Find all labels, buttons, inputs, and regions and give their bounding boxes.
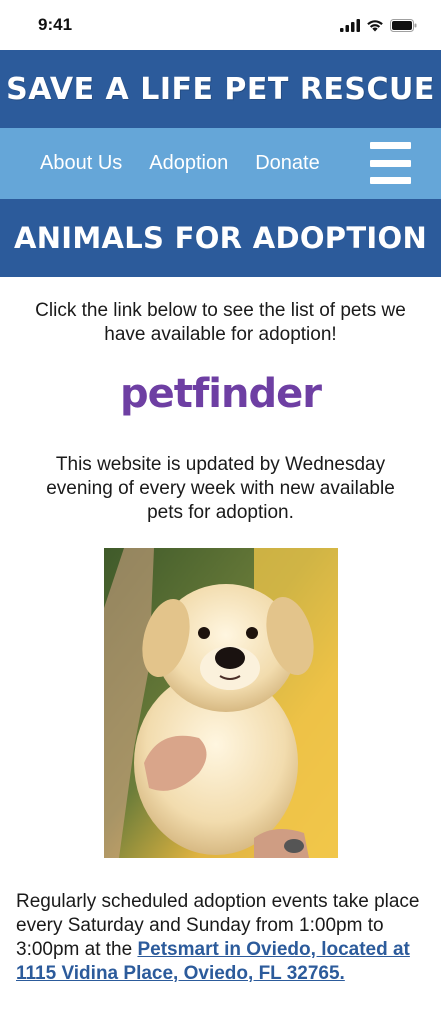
main-content: Click the link below to see the list of … <box>0 299 441 986</box>
signal-icon <box>340 18 360 32</box>
puppy-photo <box>103 548 338 858</box>
menu-bar <box>370 177 411 184</box>
nav-links: About Us Adoption Donate <box>40 152 320 175</box>
photo-container <box>16 548 425 858</box>
section-header: ANIMALS FOR ADOPTION <box>0 199 441 277</box>
update-note: This website is updated by Wednesday eve… <box>46 454 395 523</box>
status-bar: 9:41 <box>0 0 441 50</box>
wifi-icon <box>367 19 383 31</box>
petfinder-logo[interactable]: petfinder <box>120 369 322 425</box>
site-header: SAVE A LIFE PET RESCUE <box>0 50 441 128</box>
battery-icon <box>390 18 417 32</box>
nav-about-us[interactable]: About Us <box>40 152 122 175</box>
status-time: 9:41 <box>38 15 73 34</box>
petfinder-link[interactable]: petfinder <box>16 369 425 425</box>
nav-adoption[interactable]: Adoption <box>149 152 228 175</box>
intro-text: Click the link below to see the list of … <box>35 300 406 345</box>
section-title: ANIMALS FOR ADOPTION <box>13 221 428 255</box>
main-nav: About Us Adoption Donate <box>0 128 441 199</box>
events-text: Regularly scheduled adoption events take… <box>16 890 425 986</box>
menu-bar <box>370 142 411 149</box>
site-title: SAVE A LIFE PET RESCUE <box>6 71 435 107</box>
nav-donate[interactable]: Donate <box>255 152 320 175</box>
hamburger-menu-icon[interactable] <box>370 142 411 184</box>
menu-bar <box>370 159 411 167</box>
status-icons <box>340 18 417 32</box>
